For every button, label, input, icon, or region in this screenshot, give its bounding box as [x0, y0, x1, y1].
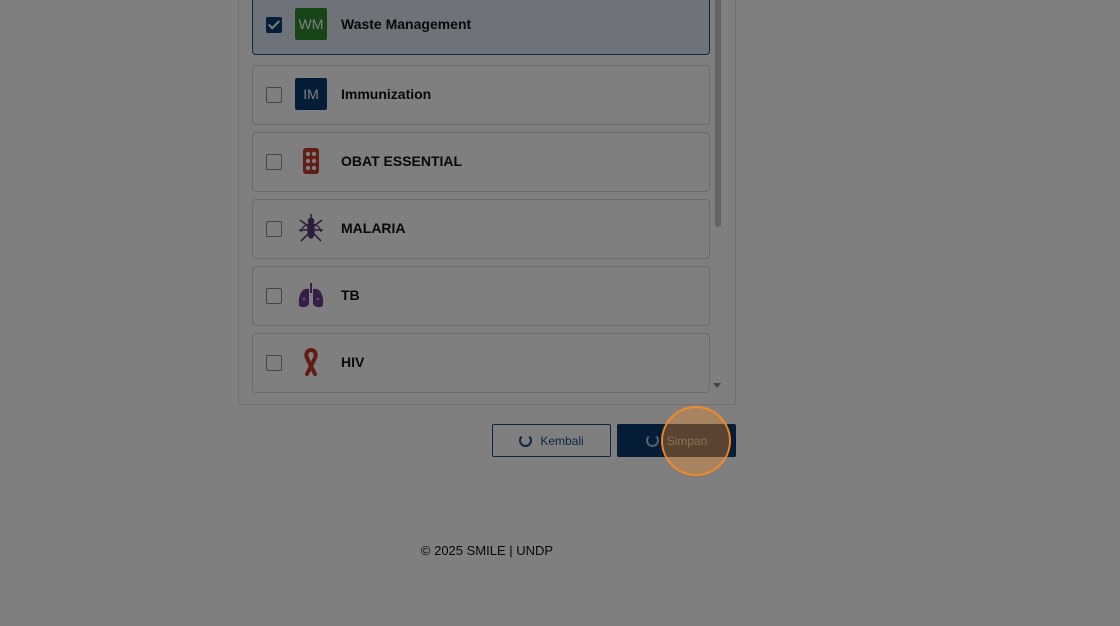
im-badge-icon: IM [295, 78, 327, 110]
list-item[interactable]: TB [252, 266, 710, 326]
mosquito-icon [295, 212, 327, 244]
checkbox[interactable] [266, 221, 282, 237]
loading-spinner-icon [519, 434, 533, 447]
checkbox[interactable] [266, 17, 282, 33]
back-button[interactable]: Kembali [492, 424, 611, 457]
pills-icon [295, 145, 327, 177]
back-button-label: Kembali [540, 433, 584, 448]
lungs-icon [295, 279, 327, 311]
wm-badge-icon: WM [295, 8, 327, 40]
list-item[interactable]: HIV [252, 333, 710, 393]
list-item[interactable]: MALARIA [252, 199, 710, 259]
footer-copyright: © 2025 SMILE | UNDP [420, 543, 554, 558]
click-indicator [661, 406, 731, 476]
item-label: Waste Management [341, 16, 472, 32]
list-item[interactable]: WM Waste Management [252, 0, 710, 55]
ribbon-icon [295, 346, 327, 378]
item-label: MALARIA [341, 220, 406, 236]
scroll-down-arrow-icon[interactable] [713, 383, 721, 388]
checkbox[interactable] [266, 87, 282, 103]
item-label: HIV [341, 354, 365, 370]
program-list-panel: WM Waste Management IM Immunization OBAT [238, 0, 736, 405]
checkbox[interactable] [266, 288, 282, 304]
loading-spinner-icon [645, 434, 659, 447]
checkbox[interactable] [266, 154, 282, 170]
list-item[interactable]: OBAT ESSENTIAL [252, 132, 710, 192]
item-label: TB [341, 287, 360, 303]
item-label: Immunization [341, 86, 432, 102]
list-item[interactable]: IM Immunization [252, 65, 710, 125]
item-label: OBAT ESSENTIAL [341, 153, 463, 169]
scrollbar-thumb[interactable] [715, 0, 721, 227]
checkbox[interactable] [266, 355, 282, 371]
